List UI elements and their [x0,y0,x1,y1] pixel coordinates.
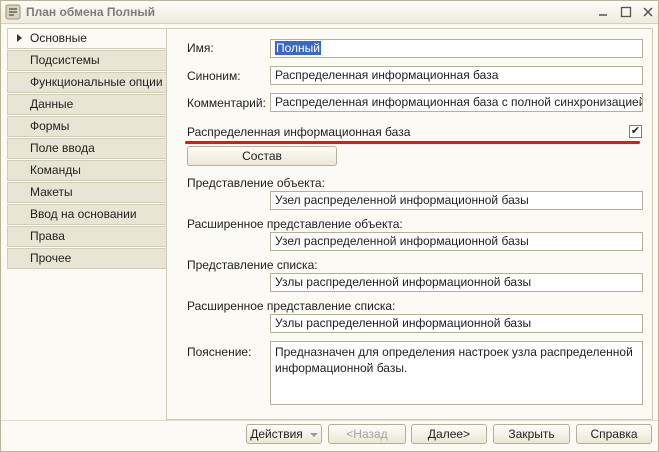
tab-input-field[interactable]: Поле ввода [7,138,167,159]
name-label: Имя: [187,41,214,55]
name-field[interactable]: Полный [270,39,643,58]
list-repr-field[interactable]: Узлы распределенной информационной базы [270,273,643,292]
tab-label: Команды [30,163,81,177]
list-repr-label: Представление списка: [187,258,318,272]
divider [1,420,658,421]
tab-label: Основные [30,31,87,45]
minimize-icon[interactable] [595,4,611,20]
tab-basic[interactable]: Основные [7,28,168,49]
tab-label: Функциональные опции [30,75,163,89]
help-button[interactable]: Справка [576,424,652,444]
tab-label: Подсистемы [30,53,100,67]
tab-label: Ввод на основании [30,207,137,221]
tab-label: Формы [30,119,70,133]
tab-commands[interactable]: Команды [7,160,167,181]
ext-list-repr-field[interactable]: Узлы распределенной информационной базы [270,314,643,333]
ext-object-repr-label: Расширенное представление объекта: [187,217,403,231]
tab-input-by-basis[interactable]: Ввод на основании [7,204,167,225]
chevron-down-icon [309,432,318,437]
window-title: План обмена Полный [26,5,156,19]
maximize-icon[interactable] [618,4,634,20]
tab-label: Данные [30,97,74,111]
tab-functional-options[interactable]: Функциональные опции [7,72,167,93]
tab-rights[interactable]: Права [7,226,167,247]
object-repr-field[interactable]: Узел распределенной информационной базы [270,191,643,210]
tab-forms[interactable]: Формы [7,116,167,137]
close-icon[interactable] [640,4,656,20]
distributed-checkbox[interactable]: ✔ [629,125,642,138]
actions-button[interactable]: Действия [246,424,322,444]
comment-label: Комментарий: [187,96,266,110]
object-repr-label: Представление объекта: [187,176,325,190]
explanation-field[interactable]: Предназначен для определения настроек уз… [270,341,643,405]
ext-object-repr-field[interactable]: Узел распределенной информационной базы [270,232,643,251]
tab-templates[interactable]: Макеты [7,182,167,203]
comment-field[interactable]: Распределенная информационная база с пол… [270,93,643,112]
tab-label: Поле ввода [30,141,95,155]
close-button[interactable]: Закрыть [493,424,570,444]
tab-subsystems[interactable]: Подсистемы [7,50,167,71]
current-tab-marker-icon [17,34,22,42]
tab-list: Основные Подсистемы Функциональные опции… [7,28,168,270]
next-button[interactable]: Далее> [411,424,487,444]
tab-other[interactable]: Прочее [7,248,167,269]
explanation-label: Пояснение: [187,345,252,359]
highlight-underline [185,141,640,144]
tab-data[interactable]: Данные [7,94,167,115]
app-icon [5,4,21,20]
dialog-window: План обмена Полный Основные Подсистемы Ф… [0,0,659,452]
synonym-label: Синоним: [187,69,241,83]
name-value: Полный [275,41,321,55]
synonym-field[interactable]: Распределенная информационная база [270,66,643,85]
tab-label: Макеты [30,185,73,199]
composition-button[interactable]: Состав [187,146,337,166]
ext-list-repr-label: Расширенное представление списка: [187,299,396,313]
tab-label: Права [30,229,65,243]
title-bar: План обмена Полный [1,1,658,24]
actions-label: Действия [250,427,303,441]
distributed-label: Распределенная информационная база [187,125,411,139]
tab-label: Прочее [30,251,72,265]
back-button[interactable]: <Назад [328,424,406,444]
